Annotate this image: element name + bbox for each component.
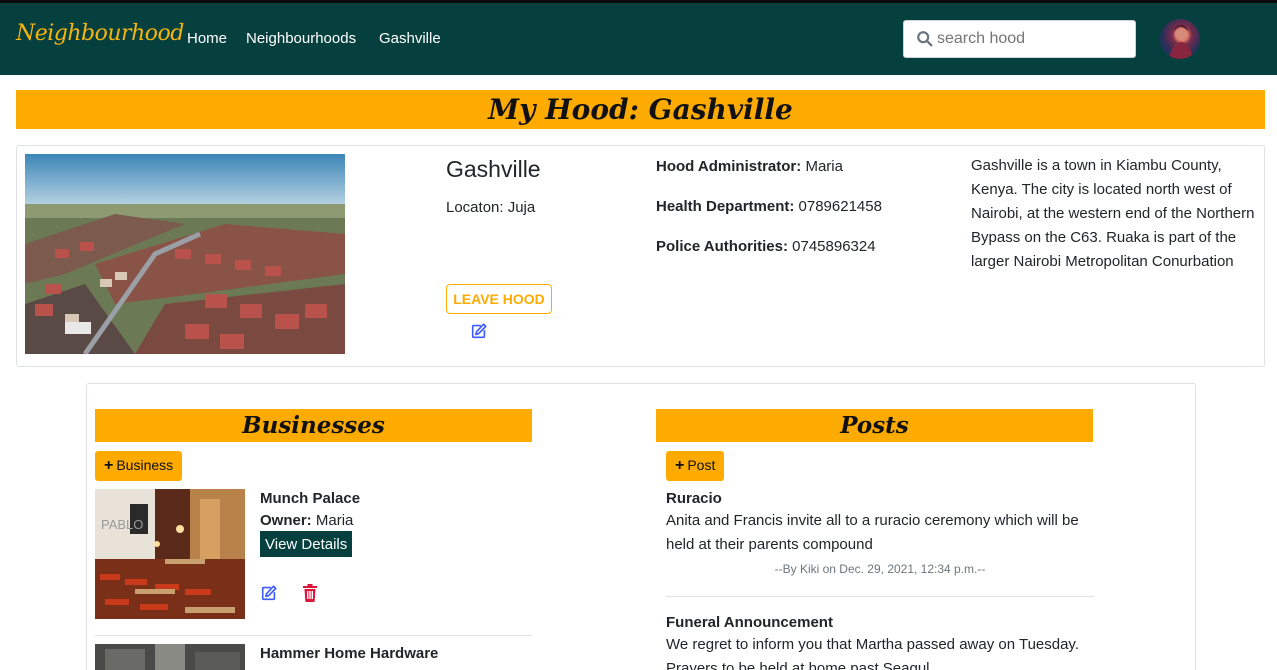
health-label: Health Department:: [656, 198, 795, 215]
navbar: Neighbourhood Home Neighbourhoods Gashvi…: [0, 0, 1277, 75]
post-meta: --By Kiki on Dec. 29, 2021, 12:34 p.m.--: [774, 562, 986, 576]
police-label: Police Authorities:: [656, 238, 788, 255]
hood-image: [25, 154, 345, 354]
police-authorities: Police Authorities: 0745896324: [656, 238, 876, 255]
health-department: Health Department: 0789621458: [656, 198, 882, 215]
posts-header: Posts: [656, 409, 1093, 442]
nav-link-home[interactable]: Home: [187, 30, 227, 47]
post-title: Ruracio: [666, 490, 722, 507]
plus-icon: +: [104, 457, 114, 474]
search-icon: [917, 31, 933, 47]
business-name: Hammer Home Hardware: [260, 645, 439, 662]
hood-admin: Hood Administrator: Maria: [656, 158, 843, 175]
location-label: Locaton:: [446, 199, 504, 216]
business-image: PABLO: [95, 489, 245, 619]
avatar[interactable]: [1160, 19, 1200, 59]
businesses-title: Businesses: [242, 412, 385, 439]
delete-icon[interactable]: [302, 584, 318, 602]
posts-title: Posts: [840, 412, 909, 439]
hood-description: Gashville is a town in Kiambu County, Ke…: [971, 157, 1255, 270]
health-value: 0789621458: [798, 198, 882, 215]
owner-value: Maria: [315, 512, 354, 529]
post-title: Funeral Announcement: [666, 614, 833, 631]
add-post-label: Post: [687, 457, 716, 473]
business-owner: Owner: Maria: [260, 512, 353, 529]
page-title: My Hood: Gashville: [488, 93, 793, 126]
leave-hood-button[interactable]: LEAVE HOOD: [446, 284, 552, 314]
business-image: [95, 644, 245, 670]
brand-logo[interactable]: Neighbourhood: [16, 21, 184, 46]
hood-name: Gashville: [446, 156, 541, 182]
admin-label: Hood Administrator:: [656, 158, 802, 175]
businesses-header: Businesses: [95, 409, 532, 442]
plus-icon: +: [675, 457, 685, 474]
svg-text:PABLO: PABLO: [101, 517, 143, 532]
search-input[interactable]: [937, 27, 1127, 51]
edit-icon[interactable]: [470, 322, 488, 340]
search-box: [903, 20, 1136, 58]
page-title-bar: My Hood: Gashville: [16, 90, 1265, 129]
edit-icon[interactable]: [260, 584, 278, 602]
add-business-button[interactable]: + Business: [95, 451, 183, 481]
business-name: Munch Palace: [260, 490, 361, 507]
hood-location: Locaton: Juja: [446, 199, 535, 216]
divider: [95, 635, 532, 636]
nav-link-neighbourhoods[interactable]: Neighbourhoods: [246, 30, 356, 47]
owner-label: Owner:: [260, 512, 312, 529]
hood-card: Gashville Locaton: Juja LEAVE HOOD Hood …: [16, 145, 1265, 367]
add-post-button[interactable]: + Post: [666, 451, 725, 481]
post-body: We regret to inform you that Martha pass…: [666, 636, 1079, 670]
nav-link-gashville[interactable]: Gashville: [379, 30, 441, 47]
businesses-posts-card: Businesses + Business PABLO Munch Palace …: [86, 383, 1196, 670]
divider: [666, 596, 1094, 597]
admin-value: Maria: [805, 158, 843, 175]
view-details-button[interactable]: View Details: [260, 531, 353, 557]
post-body: Anita and Francis invite all to a ruraci…: [666, 512, 1079, 553]
add-business-label: Business: [116, 457, 174, 473]
location-value: Juja: [507, 199, 536, 216]
police-value: 0745896324: [792, 238, 876, 255]
